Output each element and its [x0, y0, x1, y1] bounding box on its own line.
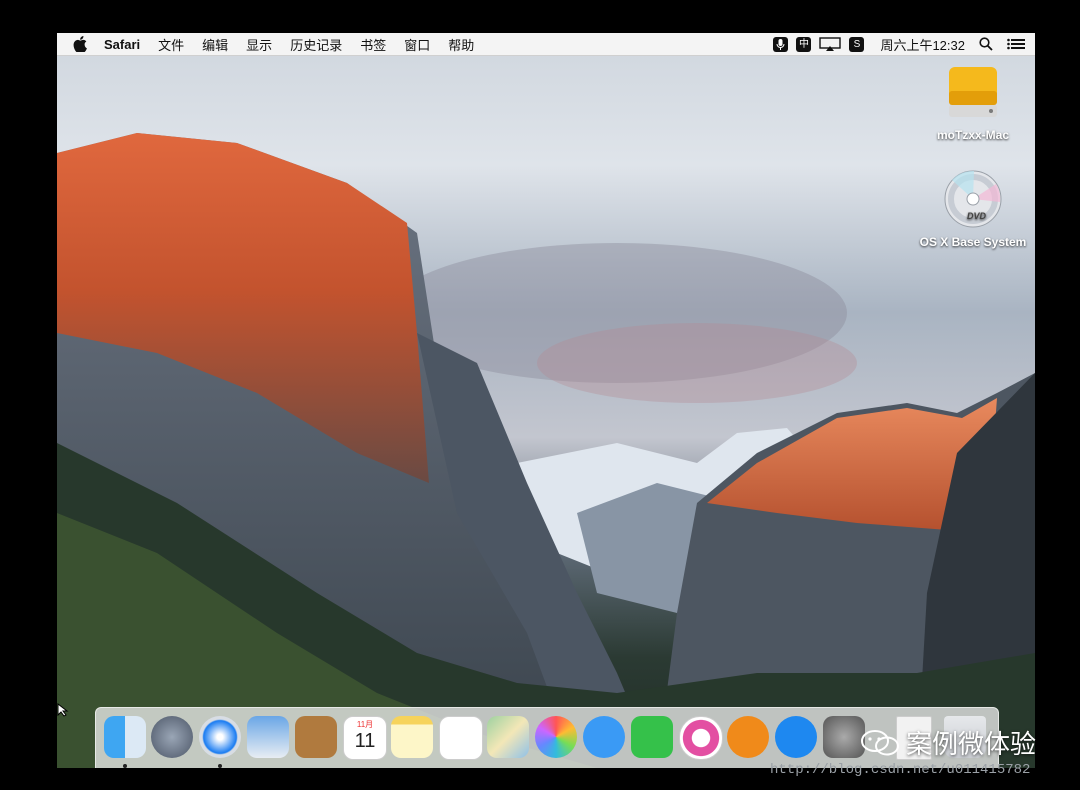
airplay-display-icon[interactable]: [819, 37, 842, 51]
calendar-month: 11月: [356, 720, 374, 729]
calendar-icon[interactable]: 11月 11: [343, 716, 387, 760]
watermark: 案例微体验: [860, 724, 1036, 761]
dvd-disc-icon: DVD: [944, 170, 1002, 228]
menu-bar: Safari 文件 编辑 显示 历史记录 书签 窗口 帮助 中 S 周六上午12…: [57, 33, 1035, 56]
reminders-icon[interactable]: [439, 716, 483, 760]
launchpad-icon[interactable]: [151, 716, 193, 758]
photos-icon[interactable]: [535, 716, 577, 758]
finder-icon[interactable]: [104, 716, 146, 758]
notes-icon[interactable]: [391, 716, 433, 758]
menu-help[interactable]: 帮助: [439, 35, 483, 54]
running-indicator: [123, 764, 127, 768]
wechat-icon: [861, 729, 899, 755]
watermark-text: 案例微体验: [906, 729, 1037, 759]
contacts-icon[interactable]: [295, 716, 337, 758]
watermark-url: http://blog.csdn.net/u011415782: [770, 762, 1031, 778]
notification-center-icon[interactable]: [1007, 38, 1025, 50]
maps-icon[interactable]: [487, 716, 529, 758]
wallpaper: [57, 133, 1035, 768]
menu-file[interactable]: 文件: [149, 35, 193, 54]
microphone-icon[interactable]: [773, 36, 789, 52]
spotlight-search-icon[interactable]: [979, 37, 993, 51]
hard-drive-icon: [949, 67, 997, 117]
sogou-input-icon[interactable]: S: [849, 36, 865, 52]
apple-menu-icon[interactable]: [73, 36, 87, 52]
running-indicator: [218, 764, 222, 768]
ibooks-icon[interactable]: [727, 716, 769, 758]
menu-app-name[interactable]: Safari: [95, 37, 149, 52]
menu-clock[interactable]: 周六上午12:32: [880, 35, 965, 54]
menu-extras: 中 S 周六上午12:32: [773, 33, 1025, 55]
safari-icon[interactable]: [199, 716, 241, 758]
preview-icon[interactable]: [247, 716, 289, 758]
calendar-day: 11: [354, 730, 376, 752]
input-method-icon[interactable]: 中: [796, 36, 812, 52]
system-preferences-icon[interactable]: [823, 716, 865, 758]
desktop-screen: Safari 文件 编辑 显示 历史记录 书签 窗口 帮助 中 S 周六上午12…: [57, 33, 1035, 768]
desktop-icon-label: moTzxx-Mac: [936, 128, 1010, 142]
desktop-icon-label: OS X Base System: [919, 235, 1027, 249]
mouse-cursor-icon: [57, 703, 69, 717]
app-store-icon[interactable]: [775, 716, 817, 758]
menu-view[interactable]: 显示: [237, 35, 281, 54]
menu-bookmarks[interactable]: 书签: [351, 35, 395, 54]
menu-window[interactable]: 窗口: [395, 35, 439, 54]
menu-history[interactable]: 历史记录: [281, 35, 351, 54]
desktop-icon-dvd[interactable]: DVD OS X Base System: [913, 170, 1033, 249]
itunes-icon[interactable]: [679, 716, 723, 760]
dvd-label: DVD: [967, 211, 987, 221]
menu-edit[interactable]: 编辑: [193, 35, 237, 54]
desktop-icon-hard-drive[interactable]: moTzxx-Mac: [913, 65, 1033, 142]
facetime-icon[interactable]: [631, 716, 673, 758]
messages-icon[interactable]: [583, 716, 625, 758]
